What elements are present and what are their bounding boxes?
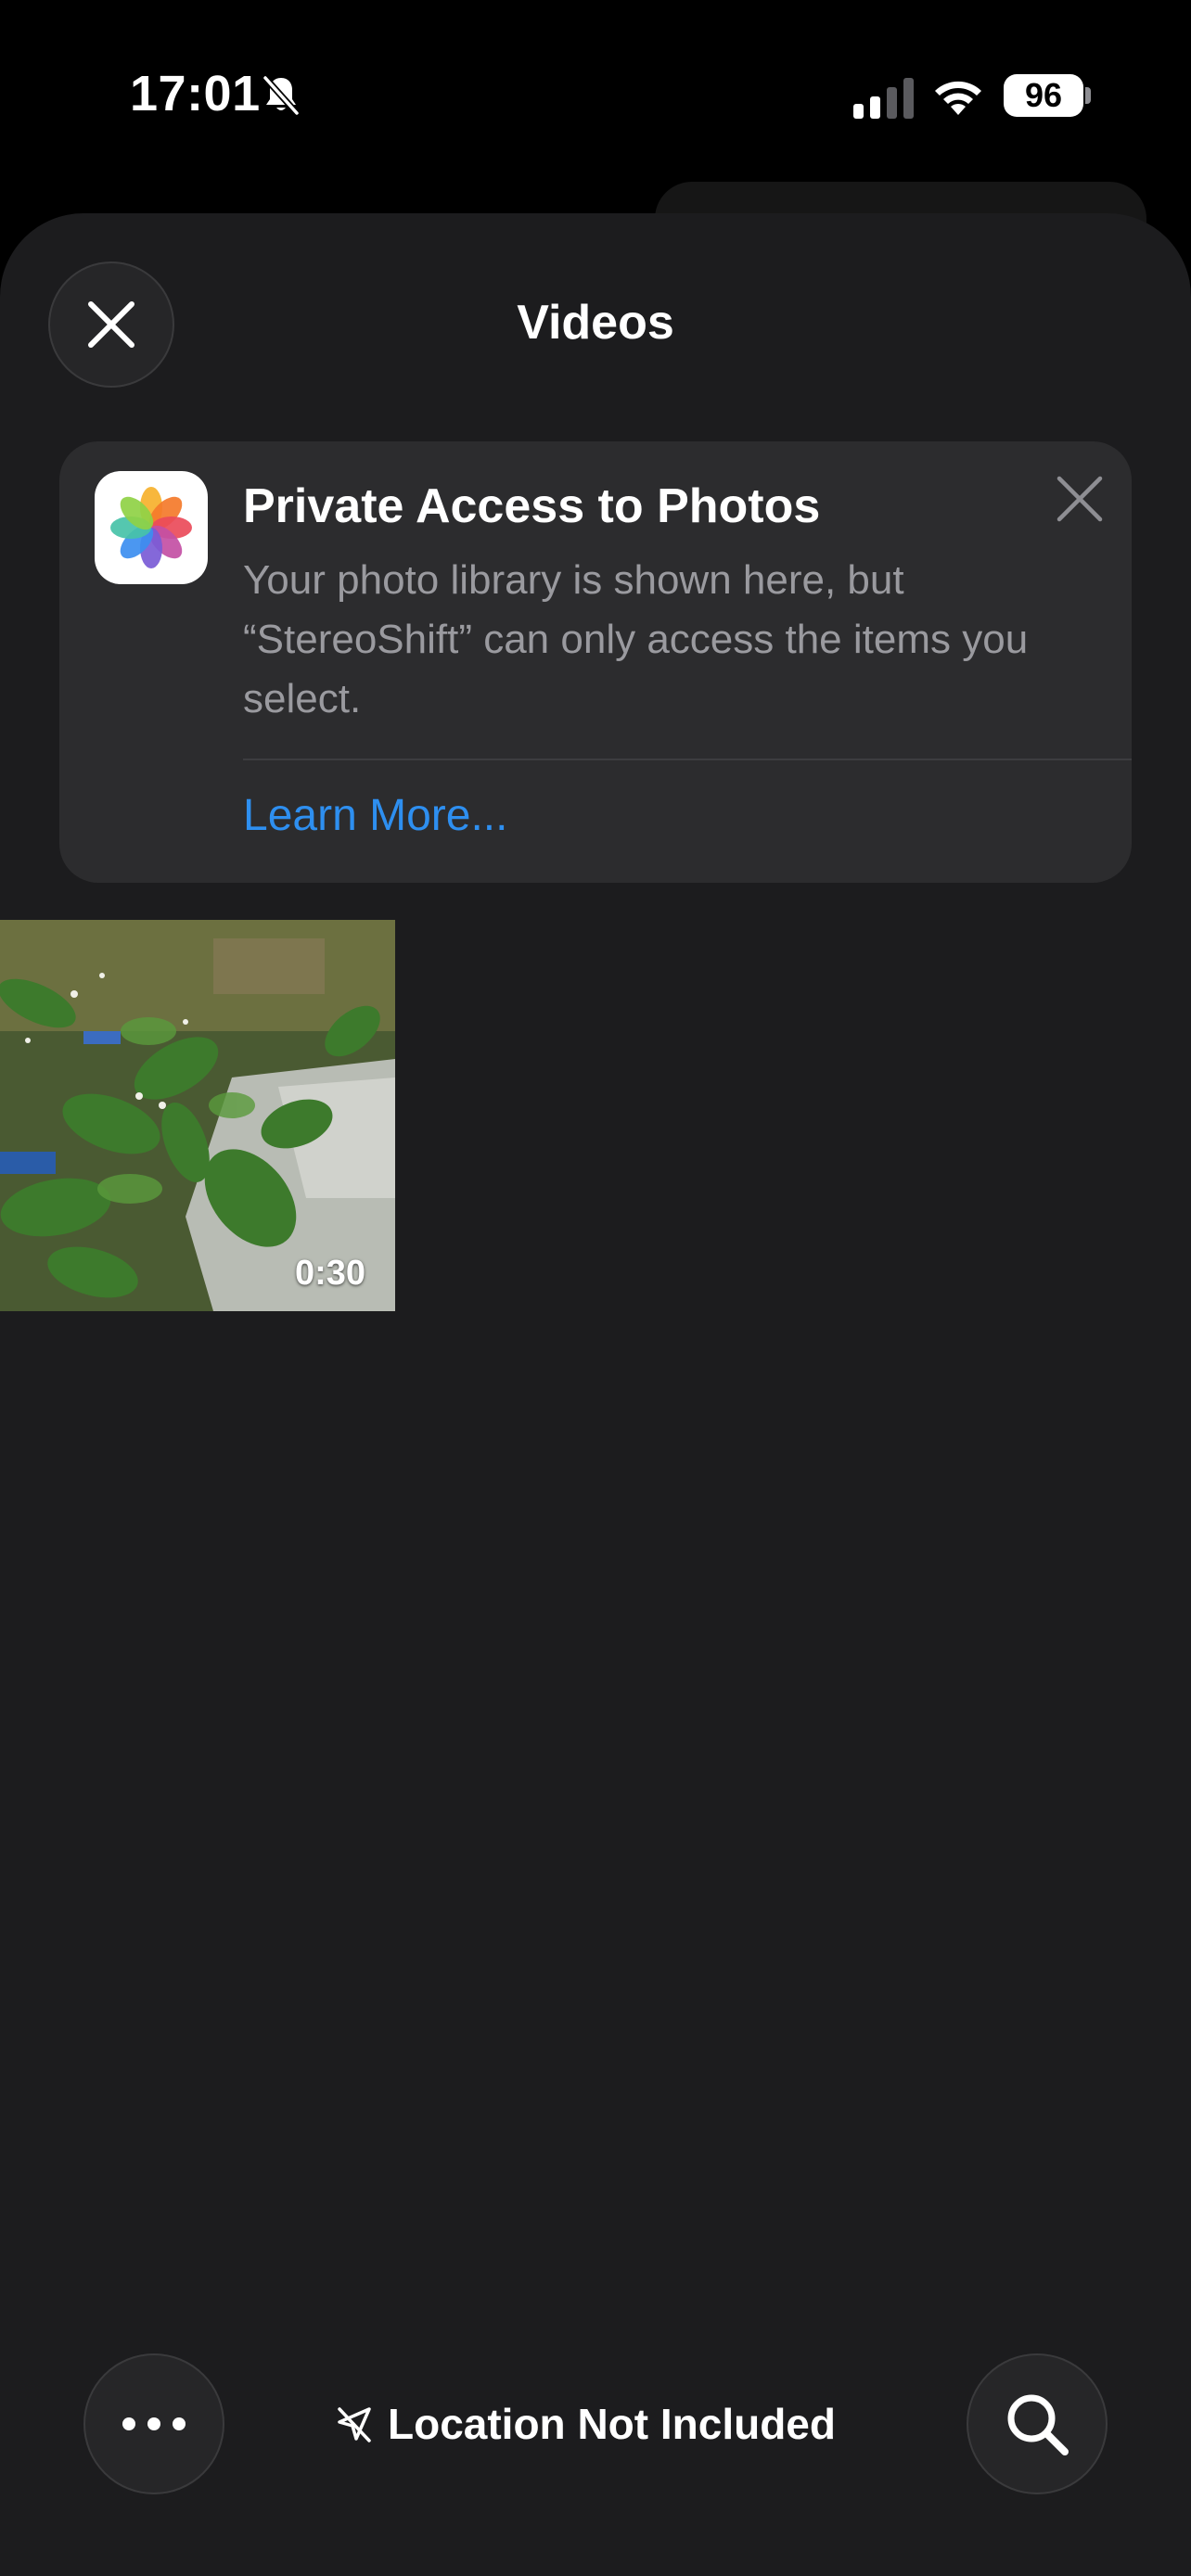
cellular-signal-icon (853, 78, 914, 119)
page-title: Videos (517, 296, 674, 350)
location-toggle[interactable]: Location Not Included (334, 2396, 836, 2452)
more-options-button[interactable] (83, 2353, 224, 2494)
wifi-icon (935, 81, 981, 115)
card-title: Private Access to Photos (243, 479, 821, 533)
battery-tip (1085, 87, 1091, 104)
battery-level: 96 (1024, 76, 1063, 114)
status-time: 17:01 (130, 66, 261, 121)
search-button[interactable] (967, 2353, 1108, 2494)
location-slash-icon (338, 2407, 371, 2442)
ellipsis-icon (122, 2417, 186, 2430)
search-icon (1007, 2394, 1069, 2455)
location-label: Location Not Included (388, 2400, 836, 2448)
photos-app-icon (95, 471, 208, 584)
bell-slash-icon (263, 75, 300, 116)
status-bar: 17:01 96 (0, 0, 1191, 185)
battery-icon: 96 (1004, 74, 1083, 117)
card-body: Your photo library is shown here, but “S… (243, 557, 1029, 721)
learn-more-link[interactable]: Learn More... (243, 790, 507, 841)
video-duration: 0:30 (295, 1254, 366, 1293)
divider (243, 759, 1132, 760)
plant-leaves-video-thumbnail (0, 920, 395, 1311)
video-thumbnail[interactable] (0, 920, 395, 1311)
dismiss-card-button[interactable] (1054, 473, 1106, 525)
